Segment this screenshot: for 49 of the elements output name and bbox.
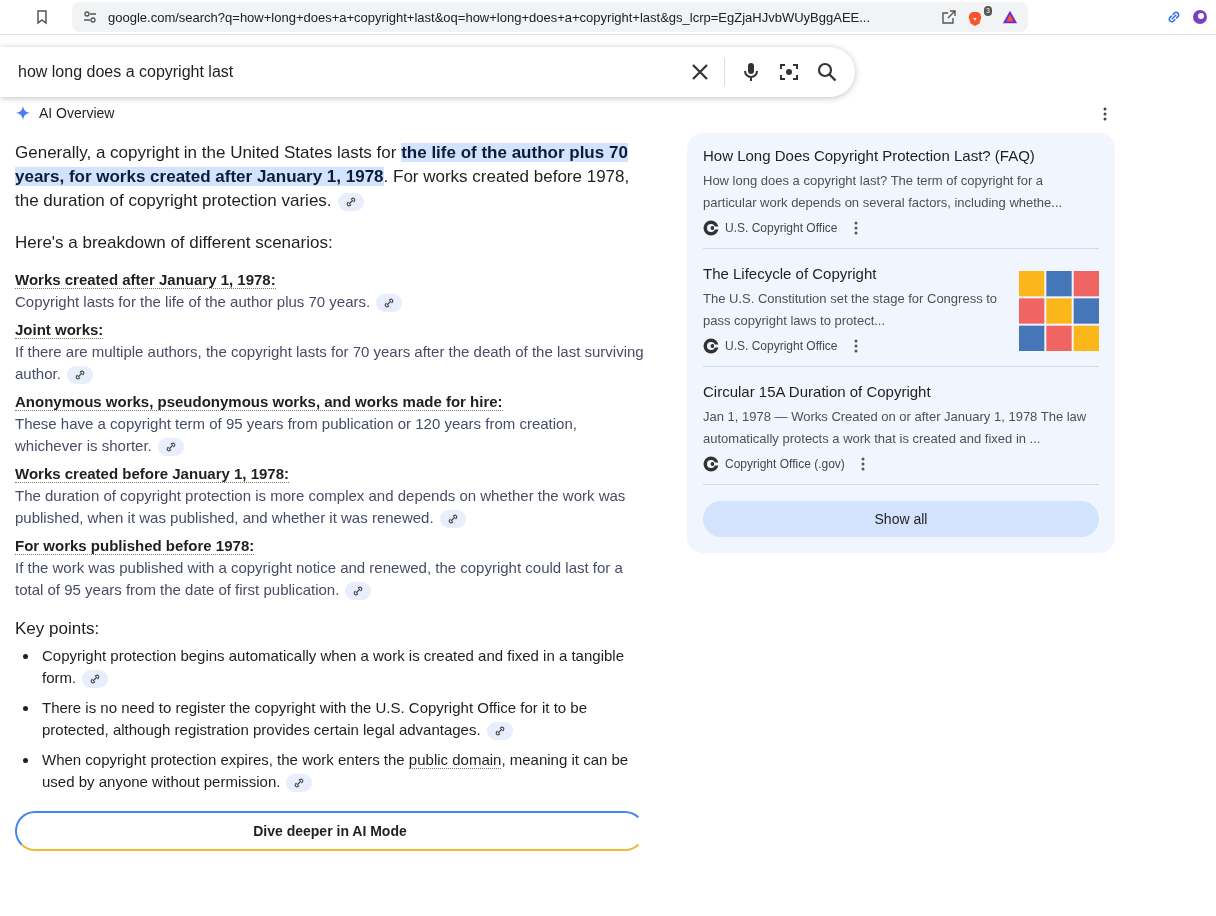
more-icon[interactable] — [853, 339, 858, 353]
scenario-heading[interactable]: Anonymous works, pseudonymous works, and works made for hire: — [15, 393, 503, 411]
more-icon[interactable] — [1102, 107, 1108, 121]
section-heading: Key points: — [15, 619, 101, 639]
scenario-text: If the work was published with a copyright notice and renewed, the copyright could last for a total of 95 years from the date of first publication. — [15, 557, 645, 601]
source-title[interactable]: Circular 15A Duration of Copyright — [703, 383, 1099, 400]
site-logo-icon — [703, 456, 719, 472]
scenario-text: The duration of copyright protection is more complex and depends on whether the work was published, when it was published, and whether it was renewed. — [15, 485, 645, 529]
key-point-text: There is no need to register the copyright with the U.S. Copyright Office for it to be protected, although registration provides certain legal advantages. — [42, 697, 645, 741]
scenario-heading[interactable]: Joint works: — [15, 321, 104, 339]
scenario-text: These have a copyright term of 95 years from publication or 120 years from creation, whichever is shorter. — [15, 413, 645, 457]
scenario-text: Copyright lasts for the life of the author plus 70 years. — [15, 291, 645, 313]
address-text[interactable]: google.com/search?q=how+long+does+a+copyright+last&oq=how+long+does+a+copyright+last&gs_lcrp=EgZjaHJvbWUyBggAEE... — [108, 9, 931, 25]
section-heading: Here's a breakdown of different scenarios: — [15, 233, 334, 253]
sparkle-icon — [15, 105, 31, 121]
section-title: AI Overview — [39, 105, 115, 121]
source-snippet: How long does a copyright last? The term of copyright for a particular work depends on several factors, including whethe... — [703, 172, 1064, 212]
search-bar[interactable]: how long does a copyright last — [0, 47, 855, 97]
search-field[interactable]: how long does a copyright last — [16, 62, 674, 82]
lion-icon — [967, 10, 983, 27]
triangle-icon[interactable] — [1002, 9, 1018, 25]
bullet-icon — [23, 706, 28, 711]
site-logo-icon — [703, 220, 719, 236]
source-snippet: Jan 1, 1978 — Works Created on or after January 1, 1978 The law automatically protects a work that is created and fixed in ... — [703, 408, 1088, 448]
term-link[interactable]: public domain — [408, 751, 502, 769]
scenario-heading[interactable]: Works created after January 1, 1978: — [15, 271, 276, 289]
link-icon[interactable] — [1166, 9, 1182, 25]
scenario-heading[interactable]: For works published before 1978: — [15, 537, 255, 555]
source-name: Copyright Office (.gov) — [725, 457, 845, 471]
source-title[interactable]: How Long Does Copyright Protection Last? (FAQ) — [703, 147, 1099, 164]
key-point-text: Copyright protection begins automatically when a work is created and fixed in a tangible form. — [42, 645, 645, 689]
bookmark-icon[interactable] — [34, 9, 50, 25]
bullet-icon — [23, 654, 28, 659]
search-icon[interactable] — [815, 60, 839, 84]
bullet-icon — [23, 758, 28, 763]
source-title[interactable]: The Lifecycle of Copyright — [703, 265, 1007, 282]
scenario-heading[interactable]: Works created before January 1, 1978: — [15, 465, 290, 483]
source-name: U.S. Copyright Office — [725, 221, 838, 235]
swirl-icon[interactable] — [1192, 9, 1208, 25]
scenario-text: If there are multiple authors, the copyright lasts for 70 years after the death of the last surviving author. — [15, 341, 645, 385]
tune-icon[interactable] — [82, 9, 98, 25]
show-all-button[interactable]: Show all — [703, 501, 1099, 537]
source-name: U.S. Copyright Office — [725, 339, 838, 353]
source-snippet: The U.S. Constitution set the stage for Congress to pass copyright laws to protect... — [703, 290, 999, 330]
share-icon[interactable] — [941, 9, 957, 25]
site-logo-icon — [703, 338, 719, 354]
more-icon[interactable] — [860, 457, 865, 471]
more-icon[interactable] — [853, 221, 858, 235]
key-point-text: When copyright protection expires, the work enters the public domain, meaning it can be used by anyone without permission. — [42, 749, 645, 793]
